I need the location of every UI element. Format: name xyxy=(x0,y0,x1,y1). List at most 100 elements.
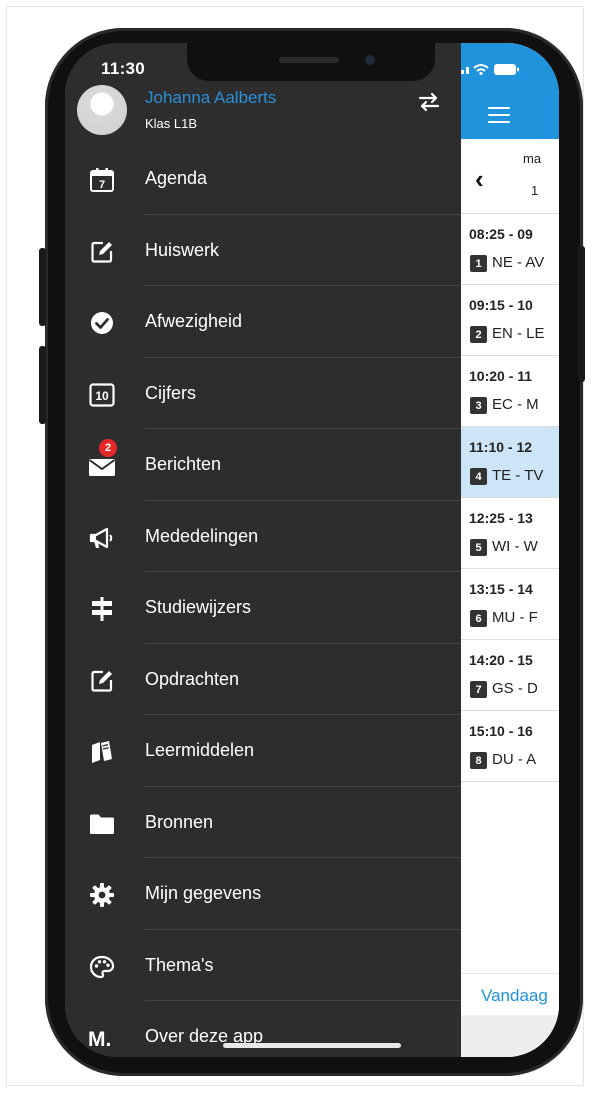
navigation-drawer: 11:30 Johanna Aalberts Klas L1B 7 Agenda… xyxy=(65,43,461,1057)
menu-label: Leermiddelen xyxy=(145,740,255,760)
lesson-subject: NE - AV xyxy=(492,254,545,271)
lesson-hour-badge: 8 xyxy=(470,752,487,769)
lesson-row[interactable]: 10:20 - 11 3 EC - M xyxy=(461,356,559,427)
menu-label: Afwezigheid xyxy=(145,311,243,331)
lesson-row[interactable]: 09:15 - 10 2 EN - LE xyxy=(461,285,559,356)
lesson-row[interactable]: 13:15 - 14 6 MU - F xyxy=(461,569,559,640)
menu-label: Berichten xyxy=(145,454,222,474)
lesson-hour-badge: 7 xyxy=(470,681,487,698)
lesson-subject: GS - D xyxy=(492,680,538,697)
menu-item-themas[interactable]: Thema's xyxy=(65,930,461,1001)
menu-label: Huiswerk xyxy=(145,239,220,260)
menu-item-studiewijzers[interactable]: Studiewijzers xyxy=(65,572,461,644)
day-selector: ‹ ma 1 xyxy=(461,139,559,214)
agenda-screen: ‹ ma 1 08:25 - 09 1 NE - AV 09:15 - 10 2… xyxy=(461,43,559,1057)
lesson-hour-badge: 3 xyxy=(470,397,487,414)
calendar-icon: 7 xyxy=(87,165,117,195)
menu-label: Agenda xyxy=(145,168,208,188)
palette-icon xyxy=(87,952,117,982)
status-time: 11:30 xyxy=(101,59,146,78)
gear-icon xyxy=(87,880,117,910)
menu-label: Studiewijzers xyxy=(145,597,252,617)
lesson-row[interactable]: 14:20 - 15 7 GS - D xyxy=(461,640,559,711)
lesson-row[interactable]: 08:25 - 09 1 NE - AV xyxy=(461,214,559,285)
lesson-subject: TE - TV xyxy=(492,467,544,484)
chevron-left-icon[interactable]: ‹ xyxy=(475,164,484,195)
drawer-menu: 7 Agenda Huiswerk Afwezigheid 10 Cijfers… xyxy=(65,143,461,1057)
menu-item-berichten[interactable]: 2 Berichten xyxy=(65,429,461,501)
lesson-subject: EN - LE xyxy=(492,325,545,342)
home-indicator[interactable] xyxy=(223,1043,401,1048)
lesson-subject: WI - W xyxy=(492,538,538,555)
lesson-time: 11:10 - 12 xyxy=(469,439,533,455)
folder-icon xyxy=(87,809,117,839)
wifi-icon xyxy=(473,64,489,76)
user-class: Klas L1B xyxy=(145,116,198,131)
speaker-grille xyxy=(279,57,339,63)
svg-text:10: 10 xyxy=(95,389,109,403)
lesson-time: 13:15 - 14 xyxy=(469,581,533,597)
menu-label: Bronnen xyxy=(145,811,214,832)
app-logo-icon: M. xyxy=(87,1023,117,1053)
menu-item-huiswerk[interactable]: Huiswerk xyxy=(65,215,461,286)
lesson-hour-badge: 5 xyxy=(470,539,487,556)
menu-label: Mijn gegevens xyxy=(145,883,262,903)
lesson-time: 14:20 - 15 xyxy=(469,652,533,668)
mute-switch xyxy=(39,248,46,326)
unread-badge: 2 xyxy=(99,439,117,457)
lesson-row[interactable]: 12:25 - 13 5 WI - W xyxy=(461,498,559,569)
lesson-time: 09:15 - 10 xyxy=(469,297,533,313)
lesson-list: 08:25 - 09 1 NE - AV 09:15 - 10 2 EN - L… xyxy=(461,214,559,782)
lesson-subject: EC - M xyxy=(492,396,539,413)
signal-icon xyxy=(461,67,469,74)
menu-item-cijfers[interactable]: 10 Cijfers xyxy=(65,358,461,429)
menu-item-over-deze-app[interactable]: M. Over deze app xyxy=(65,1001,461,1057)
menu-item-agenda[interactable]: 7 Agenda xyxy=(65,143,461,215)
megaphone-icon xyxy=(87,523,117,553)
day-name[interactable]: ma xyxy=(523,151,541,166)
menu-item-mijn-gegevens[interactable]: Mijn gegevens xyxy=(65,858,461,930)
volume-button xyxy=(39,346,46,424)
menu-item-leermiddelen[interactable]: Leermiddelen xyxy=(65,715,461,787)
phone-screen: 11:30 Johanna Aalberts Klas L1B 7 Agenda… xyxy=(65,43,559,1057)
check-circle-icon xyxy=(87,308,117,338)
grade-icon: 10 xyxy=(87,380,117,410)
app-top-bar xyxy=(461,43,559,139)
lesson-hour-badge: 4 xyxy=(470,468,487,485)
lesson-subject: MU - F xyxy=(492,609,538,626)
bottom-tab-bar xyxy=(461,1015,559,1057)
switch-account-icon[interactable] xyxy=(417,91,441,113)
lesson-row[interactable]: 15:10 - 16 8 DU - A xyxy=(461,711,559,782)
lesson-row-current[interactable]: 11:10 - 12 4 TE - TV xyxy=(461,427,559,498)
edit-icon xyxy=(87,237,117,267)
day-number[interactable]: 1 xyxy=(531,183,538,198)
today-bar: Vandaag xyxy=(461,973,559,1014)
user-name: Johanna Aalberts xyxy=(145,88,277,107)
menu-item-mededelingen[interactable]: Mededelingen xyxy=(65,501,461,572)
today-button[interactable]: Vandaag xyxy=(481,986,548,1006)
battery-icon xyxy=(494,64,519,75)
svg-text:M.: M. xyxy=(88,1028,111,1050)
menu-label: Mededelingen xyxy=(145,525,259,546)
menu-label: Opdrachten xyxy=(145,668,240,689)
notch xyxy=(187,43,435,81)
menu-item-opdrachten[interactable]: Opdrachten xyxy=(65,644,461,715)
menu-label: Cijfers xyxy=(145,382,197,403)
menu-hamburger-icon[interactable] xyxy=(488,107,510,123)
lesson-hour-badge: 1 xyxy=(470,255,487,272)
lesson-time: 08:25 - 09 xyxy=(469,226,533,242)
lesson-hour-badge: 6 xyxy=(470,610,487,627)
lesson-time: 10:20 - 11 xyxy=(469,368,533,384)
lesson-time: 15:10 - 16 xyxy=(469,723,533,739)
menu-item-afwezigheid[interactable]: Afwezigheid xyxy=(65,286,461,358)
lesson-hour-badge: 2 xyxy=(470,326,487,343)
books-icon xyxy=(87,737,117,767)
front-camera xyxy=(365,55,375,65)
svg-text:7: 7 xyxy=(99,179,105,191)
menu-label: Thema's xyxy=(145,954,214,975)
menu-item-bronnen[interactable]: Bronnen xyxy=(65,787,461,858)
edit-icon xyxy=(87,666,117,696)
avatar[interactable] xyxy=(77,85,127,135)
signpost-icon xyxy=(87,594,117,624)
power-button xyxy=(578,246,585,382)
